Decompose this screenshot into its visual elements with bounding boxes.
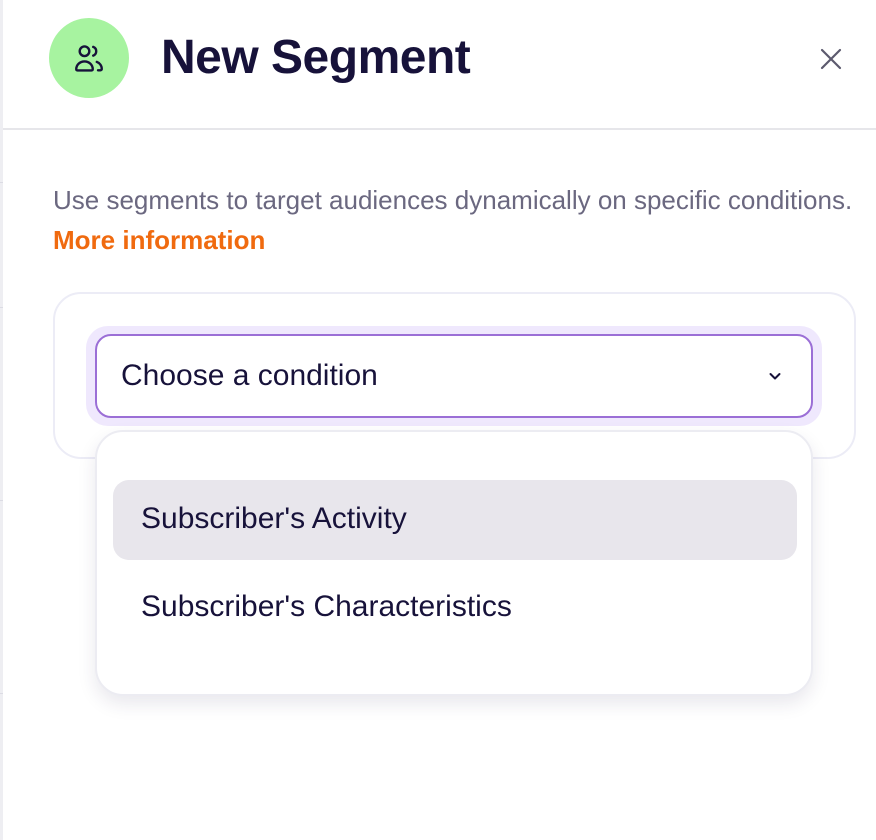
option-label: Subscriber's Activity	[141, 502, 407, 535]
close-icon	[820, 48, 842, 70]
page-title: New Segment	[161, 31, 471, 84]
segment-description: Use segments to target audiences dynamic…	[53, 180, 863, 260]
condition-select-placeholder: Choose a condition	[121, 359, 378, 392]
segment-avatar	[49, 18, 129, 98]
close-button[interactable]	[814, 42, 848, 76]
users-icon	[75, 45, 103, 72]
condition-dropdown-menu: Subscriber's Activity Subscriber's Chara…	[95, 430, 813, 696]
new-segment-panel: New Segment Use segments to target audie…	[0, 0, 876, 840]
condition-select[interactable]: Choose a condition	[95, 334, 813, 418]
description-text: Use segments to target audiences dynamic…	[53, 185, 853, 215]
more-information-link[interactable]: More information	[53, 225, 265, 255]
dropdown-option-subscribers-activity[interactable]: Subscriber's Activity	[113, 480, 797, 560]
option-label: Subscriber's Characteristics	[141, 590, 512, 623]
dropdown-option-subscribers-characteristics[interactable]: Subscriber's Characteristics	[113, 568, 797, 648]
chevron-down-icon	[765, 366, 785, 386]
